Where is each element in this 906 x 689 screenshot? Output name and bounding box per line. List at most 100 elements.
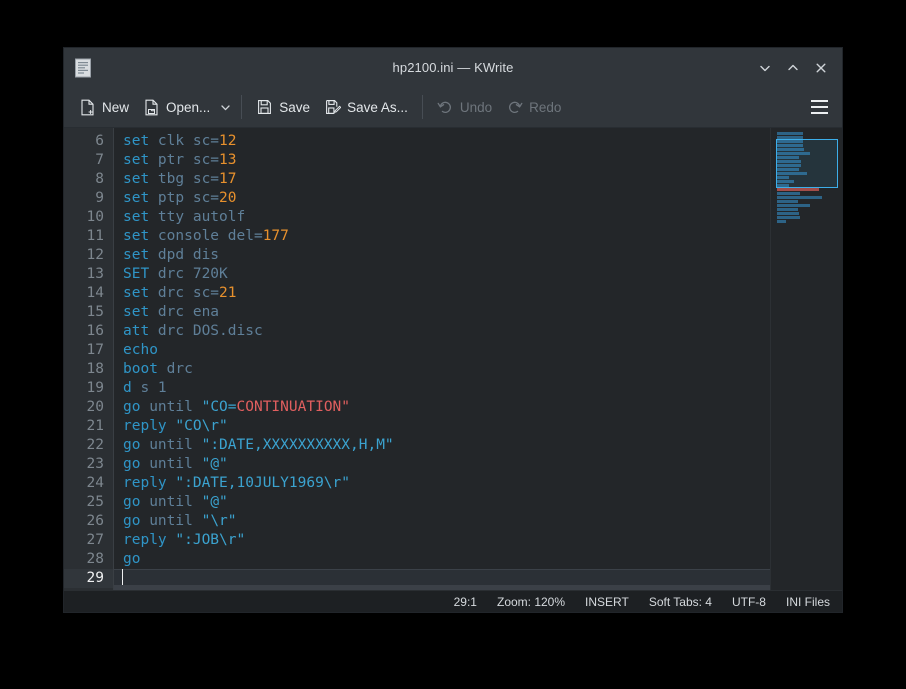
minimap-line [777,196,822,199]
line-number: 20 [64,398,113,417]
minimap-line [777,216,800,219]
code-token: console del= [158,228,263,244]
code-token: "\r" [202,513,237,529]
new-document-icon [79,98,96,116]
code-token: until [149,494,201,510]
line-number: 18 [64,360,113,379]
code-editor[interactable]: set clk sc=12set ptr sc=13set tbg sc=17s… [114,128,842,590]
minimize-button[interactable] [752,55,778,81]
horizontal-scrollbar-thumb[interactable] [114,585,770,590]
code-token: 12 [219,133,236,149]
code-token: 17 [219,171,236,187]
code-token: go [123,437,149,453]
input-mode-status[interactable]: INSERT [585,595,629,609]
line-number: 7 [64,151,113,170]
line-number: 9 [64,189,113,208]
code-line[interactable]: set clk sc=12 [123,132,842,151]
line-number: 6 [64,132,113,151]
minimap-line [777,192,800,195]
code-line[interactable]: att drc DOS.disc [123,322,842,341]
hamburger-menu-icon[interactable] [806,94,832,120]
zoom-status[interactable]: Zoom: 120% [497,595,565,609]
code-line[interactable]: go [123,550,842,569]
code-token: set [123,304,158,320]
code-token: drc [167,361,193,377]
code-token: "@" [202,456,228,472]
minimap-line [777,200,798,203]
open-button-label: Open... [166,100,210,115]
tab-settings-status[interactable]: Soft Tabs: 4 [649,595,712,609]
line-number: 27 [64,531,113,550]
code-token: tbg sc= [158,171,219,187]
new-button[interactable]: New [72,92,136,122]
line-number: 28 [64,550,113,569]
code-line[interactable]: echo [123,341,842,360]
code-line[interactable]: set ptr sc=13 [123,151,842,170]
maximize-button[interactable] [780,55,806,81]
minimap-scrollbar[interactable] [770,128,842,590]
code-line[interactable]: d s 1 [123,379,842,398]
encoding-status[interactable]: UTF-8 [732,595,766,609]
code-line[interactable]: go until "@" [123,493,842,512]
code-token: drc 720K [158,266,228,282]
code-line[interactable]: go until "@" [123,455,842,474]
toolbar-separator-2 [422,95,423,119]
code-line[interactable]: reply "CO\r" [123,417,842,436]
code-token: set [123,152,158,168]
code-line[interactable]: set tty autolf [123,208,842,227]
code-line[interactable]: go until "CO=CONTINUATION" [123,398,842,417]
minimap-line [777,220,786,223]
code-token: "CO\r" [175,418,227,434]
code-line[interactable]: set dpd dis [123,246,842,265]
close-button[interactable] [808,55,834,81]
code-line[interactable]: go until "\r" [123,512,842,531]
title-bar[interactable]: hp2100.ini — KWrite [64,48,842,87]
open-button[interactable]: Open... [136,92,217,122]
code-line[interactable]: set ptp sc=20 [123,189,842,208]
code-token: set [123,209,158,225]
undo-button-label: Undo [460,100,492,115]
code-token: ":JOB\r" [175,532,245,548]
code-line[interactable]: go until ":DATE,XXXXXXXXXX,H,M" [123,436,842,455]
save-as-button[interactable]: Save As... [317,92,415,122]
code-line[interactable]: reply ":DATE,10JULY1969\r" [123,474,842,493]
line-number: 22 [64,436,113,455]
open-document-icon [143,98,160,116]
line-number: 13 [64,265,113,284]
open-recent-chevron-down-icon[interactable] [216,92,234,122]
line-number: 21 [64,417,113,436]
line-number: 15 [64,303,113,322]
line-number: 14 [64,284,113,303]
horizontal-scrollbar[interactable] [114,585,770,590]
code-line[interactable]: SET drc 720K [123,265,842,284]
code-token: reply [123,532,175,548]
code-line[interactable]: boot drc [123,360,842,379]
code-line[interactable]: set drc sc=21 [123,284,842,303]
undo-button[interactable]: Undo [430,92,499,122]
code-token: CONTINUATION" [237,399,351,415]
line-number: 19 [64,379,113,398]
code-token: clk sc= [158,133,219,149]
cursor-position-status[interactable]: 29:1 [454,595,477,609]
code-line[interactable]: set console del=177 [123,227,842,246]
code-token: set [123,171,158,187]
code-token: until [149,437,201,453]
minimap-thumb[interactable] [776,139,838,188]
code-line[interactable]: set drc ena [123,303,842,322]
code-token: 21 [219,285,236,301]
line-number: 24 [64,474,113,493]
line-number: 12 [64,246,113,265]
code-token: go [123,513,149,529]
highlight-mode-status[interactable]: INI Files [786,595,830,609]
save-button[interactable]: Save [249,92,317,122]
code-token: "@" [202,494,228,510]
line-number: 10 [64,208,113,227]
redo-button[interactable]: Redo [499,92,568,122]
code-token: 13 [219,152,236,168]
code-token: SET [123,266,158,282]
code-line[interactable]: set tbg sc=17 [123,170,842,189]
code-token: reply [123,475,175,491]
code-line[interactable]: reply ":JOB\r" [123,531,842,550]
code-token: echo [123,342,158,358]
document-icon [74,58,92,78]
